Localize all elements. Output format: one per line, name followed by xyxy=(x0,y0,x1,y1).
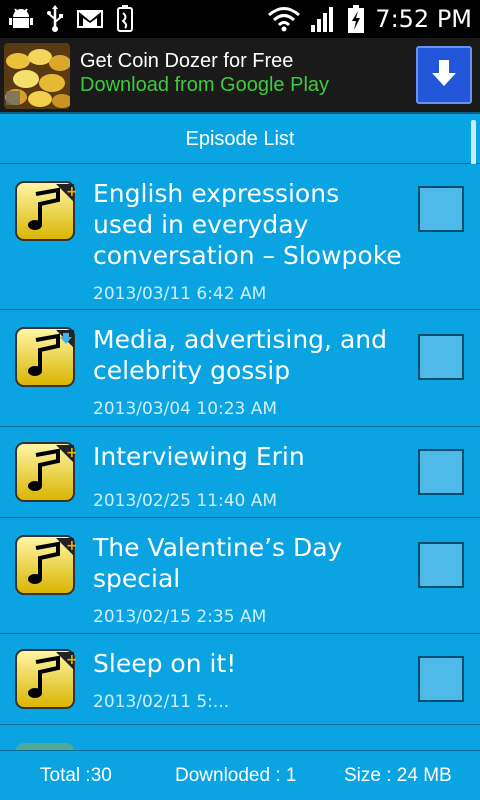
list-item[interactable]: + English expressions used in everyday c… xyxy=(0,164,480,310)
music-note-download-icon xyxy=(14,326,76,388)
list-item[interactable]: + Sleep on it! 2013/02/11 5:... xyxy=(0,634,480,725)
episode-date: 2013/02/25 11:40 AM xyxy=(93,491,278,511)
battery-saver-icon xyxy=(116,5,134,33)
svg-text:+: + xyxy=(66,184,76,200)
episode-title: English expressions used in everyday con… xyxy=(93,179,402,270)
list-item-partial xyxy=(0,725,480,750)
svg-text:+: + xyxy=(66,652,76,668)
episode-title: Interviewing Erin xyxy=(93,442,305,471)
download-arrow-icon xyxy=(430,58,458,92)
svg-text:+: + xyxy=(66,445,76,461)
total-size: Size : 24 MB xyxy=(344,765,452,786)
episode-checkbox[interactable] xyxy=(418,656,464,702)
episode-list: + English expressions used in everyday c… xyxy=(0,164,480,750)
episode-checkbox[interactable] xyxy=(418,449,464,495)
clock: 7:52 PM xyxy=(375,5,472,33)
gmail-icon xyxy=(76,8,104,30)
wifi-icon xyxy=(267,6,301,32)
episode-title: The Valentine’s Day special xyxy=(93,533,343,593)
usb-icon xyxy=(46,5,64,33)
episode-date: 2013/02/11 5:... xyxy=(93,692,230,712)
episode-checkbox[interactable] xyxy=(418,186,464,232)
ad-subtitle: Download from Google Play xyxy=(80,74,330,96)
music-note-plus-icon: + xyxy=(14,180,78,242)
music-note-plus-icon: + xyxy=(14,534,78,596)
music-note-plus-icon: + xyxy=(14,648,78,710)
signal-icon xyxy=(311,5,337,33)
downloaded-count: Downloded : 1 xyxy=(175,765,297,786)
episode-checkbox[interactable] xyxy=(418,542,464,588)
battery-charging-icon xyxy=(347,4,365,34)
list-header: Episode List xyxy=(0,116,480,164)
music-note-plus-icon: + xyxy=(14,441,78,503)
episode-date: 2013/02/15 2:35 AM xyxy=(93,607,267,627)
episode-checkbox[interactable] xyxy=(418,334,464,380)
music-note-plus-icon xyxy=(14,741,76,750)
list-item[interactable]: Media, advertising, and celebrity gossip… xyxy=(0,310,480,427)
ad-download-button[interactable] xyxy=(416,46,472,104)
status-bar: 7:52 PM xyxy=(0,0,480,38)
episode-date: 2013/03/04 10:23 AM xyxy=(93,399,278,419)
footer-bar: Total :30 Downloded : 1 Size : 24 MB xyxy=(0,750,480,800)
episode-title: Sleep on it! xyxy=(93,649,237,678)
coin-dozer-thumbnail xyxy=(4,43,70,109)
ad-banner[interactable]: Get Coin Dozer for Free Download from Go… xyxy=(0,38,480,114)
list-item[interactable]: + The Valentine’s Day special 2013/02/15… xyxy=(0,518,480,634)
list-item[interactable]: + Interviewing Erin 2013/02/25 11:40 AM xyxy=(0,427,480,518)
page-title: Episode List xyxy=(185,128,295,150)
svg-text:+: + xyxy=(66,538,76,554)
total-count: Total :30 xyxy=(40,765,112,786)
android-debug-icon xyxy=(8,6,34,32)
episode-date: 2013/03/11 6:42 AM xyxy=(93,284,267,304)
episode-title: Media, advertising, and celebrity gossip xyxy=(93,325,387,385)
ad-title: Get Coin Dozer for Free xyxy=(80,50,294,72)
